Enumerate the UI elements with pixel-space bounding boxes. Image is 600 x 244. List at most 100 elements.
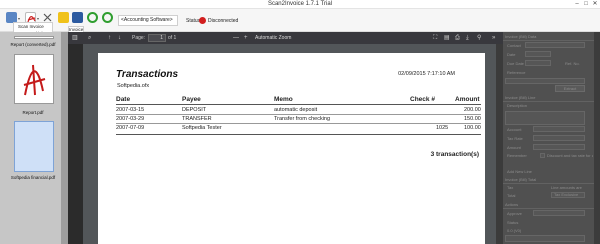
- print-icon[interactable]: ⎙: [455, 34, 460, 42]
- sidebar-scrollbar[interactable]: [61, 32, 68, 244]
- chevron-down-icon[interactable]: ▾: [18, 16, 20, 21]
- section-divider: [503, 183, 594, 184]
- cell-date: 2007-03-29: [116, 116, 145, 122]
- bookmark-icon[interactable]: ⚲: [477, 34, 481, 42]
- menu-item-scan-invoice[interactable]: Scan Invoice: [14, 23, 52, 30]
- section-divider: [503, 40, 594, 41]
- reference-field[interactable]: [505, 78, 585, 84]
- zoom-in-button[interactable]: +: [244, 34, 248, 42]
- date-field[interactable]: [525, 51, 551, 57]
- cell-amount: 100.00: [464, 125, 481, 131]
- document-date: 02/09/2015 7:17:10 AM: [398, 71, 455, 77]
- contact-field[interactable]: [525, 42, 585, 48]
- title-bar: Scan2Invoice 1.7.1 Trial – □ ✕: [0, 0, 600, 9]
- thumbnail-report[interactable]: [14, 54, 54, 104]
- total-label: Total: [507, 193, 516, 198]
- section-divider: [503, 208, 594, 209]
- tax-mode-select[interactable]: Tax Exclusive: [551, 192, 585, 198]
- lock-icon[interactable]: [58, 12, 69, 23]
- chevron-down-icon[interactable]: ▾: [37, 16, 39, 21]
- cell-payee: DEPOSIT: [182, 107, 207, 113]
- accounting-software-select[interactable]: <Accounting Software>: [118, 15, 178, 26]
- cell-payee: Softpedia Tester: [182, 125, 222, 131]
- panel-icon[interactable]: [72, 12, 83, 23]
- accounting-software-value: <Accounting Software>: [121, 17, 173, 23]
- window-title: Scan2Invoice 1.7.1 Trial: [267, 1, 333, 7]
- section-invoice-bill-total: Invoice (Bill) Total: [505, 177, 537, 182]
- cell-check: 1025: [436, 125, 449, 131]
- discount-tax-label: Discount and tax rate for cont: [547, 153, 593, 158]
- amount-label: Amount: [507, 145, 521, 150]
- column-header-amount: Amount: [455, 96, 480, 103]
- approve-select[interactable]: [533, 210, 585, 216]
- thumbnail-softpedia-financial[interactable]: [14, 121, 54, 172]
- zoom-select[interactable]: Automatic Zoom: [255, 35, 291, 41]
- close-button[interactable]: ✕: [591, 1, 599, 7]
- tax-mode-value: Tax Exclusive: [554, 192, 579, 197]
- column-header-check: Check #: [410, 96, 435, 103]
- row-divider: [116, 123, 481, 124]
- refresh-icon[interactable]: [87, 12, 98, 23]
- due-date-field[interactable]: [525, 60, 551, 66]
- presentation-icon[interactable]: ⛶: [433, 34, 437, 42]
- document-file: Softpedia.ofx: [117, 83, 150, 89]
- sync-icon[interactable]: [102, 12, 113, 23]
- download-icon[interactable]: ⤓: [466, 34, 469, 42]
- previous-page-icon[interactable]: ↑: [108, 34, 111, 42]
- find-icon[interactable]: ⌕: [88, 34, 91, 42]
- remember-checkbox[interactable]: [540, 153, 545, 158]
- status-indicator-icon: [199, 17, 206, 24]
- contact-label: Contact: [507, 43, 521, 48]
- section-invoice-bill-data: Invoice (Bill) Data: [505, 34, 537, 39]
- thumbnail-sidebar: Report (converted).pdf Report.pdf Softpe…: [0, 32, 68, 244]
- tax-rate-label: Tax Rate: [507, 136, 523, 141]
- status-field[interactable]: [505, 235, 585, 242]
- amount-field[interactable]: [533, 144, 585, 150]
- description-field[interactable]: [505, 111, 585, 125]
- section-invoice-bill-line: Invoice (Bill) Line: [505, 95, 536, 100]
- extract-button[interactable]: Extract: [555, 85, 585, 92]
- description-label: Description: [507, 103, 528, 108]
- status-value: 0.0 (V0): [507, 228, 522, 233]
- thumbnail-report-converted[interactable]: [14, 36, 54, 39]
- status-text: Disconnected: [208, 18, 239, 24]
- column-header-date: Date: [116, 96, 131, 103]
- account-label: Account: [507, 127, 522, 132]
- account-select[interactable]: [533, 126, 585, 132]
- tools-icon[interactable]: »: [492, 34, 495, 42]
- table-bottom-divider: [116, 134, 481, 135]
- zoom-out-button[interactable]: —: [233, 34, 239, 42]
- section-divider: [503, 101, 594, 102]
- toolbar: ▾ ▾ <Accounting Software> Status: Discon…: [0, 9, 600, 32]
- column-header-payee: Payee: [182, 96, 201, 103]
- invoice-panel: Invoice (Bill) Data Contact Date Due Dat…: [503, 32, 600, 244]
- cell-date: 2007-07-09: [116, 125, 145, 131]
- add-new-line-link[interactable]: Add New Line: [507, 169, 532, 174]
- sidebar-toggle-icon[interactable]: ▥: [72, 34, 78, 42]
- remember-label: Remember: [507, 153, 527, 158]
- cell-date: 2007-03-15: [116, 107, 145, 113]
- row-divider: [116, 114, 481, 115]
- viewer-toolbar: ▥ ⌕ ↑ ↓ Page: 1 of 1 — + Automatic Zoom …: [68, 32, 503, 44]
- panel-scrollbar[interactable]: [594, 32, 600, 244]
- section-actions: Actions: [505, 202, 519, 207]
- due-date-label: Due Date: [507, 61, 524, 66]
- open-file-icon[interactable]: ▤: [444, 34, 450, 42]
- page-count: of 1: [168, 35, 177, 41]
- thumbnail-label: Report (converted).pdf: [10, 42, 56, 47]
- cell-memo: Transfer from checking: [274, 116, 331, 122]
- ref-no-label: Ref. No.: [565, 61, 580, 66]
- tax-label: Tax: [507, 185, 514, 190]
- document-page: Transactions 02/09/2015 7:17:10 AM Softp…: [98, 53, 485, 244]
- pdf-viewer: ▥ ⌕ ↑ ↓ Page: 1 of 1 — + Automatic Zoom …: [68, 32, 503, 244]
- minimize-button[interactable]: –: [573, 1, 581, 7]
- tax-rate-select[interactable]: [533, 135, 585, 141]
- viewer-side-strip: [68, 44, 83, 244]
- viewer-scrollbar[interactable]: [496, 44, 503, 244]
- page-label: Page:: [132, 35, 146, 41]
- page-number-input[interactable]: 1: [148, 34, 166, 42]
- maximize-button[interactable]: □: [582, 1, 590, 7]
- header-divider: [116, 104, 481, 105]
- cell-payee: TRANSFER: [182, 116, 212, 122]
- next-page-icon[interactable]: ↓: [118, 34, 121, 42]
